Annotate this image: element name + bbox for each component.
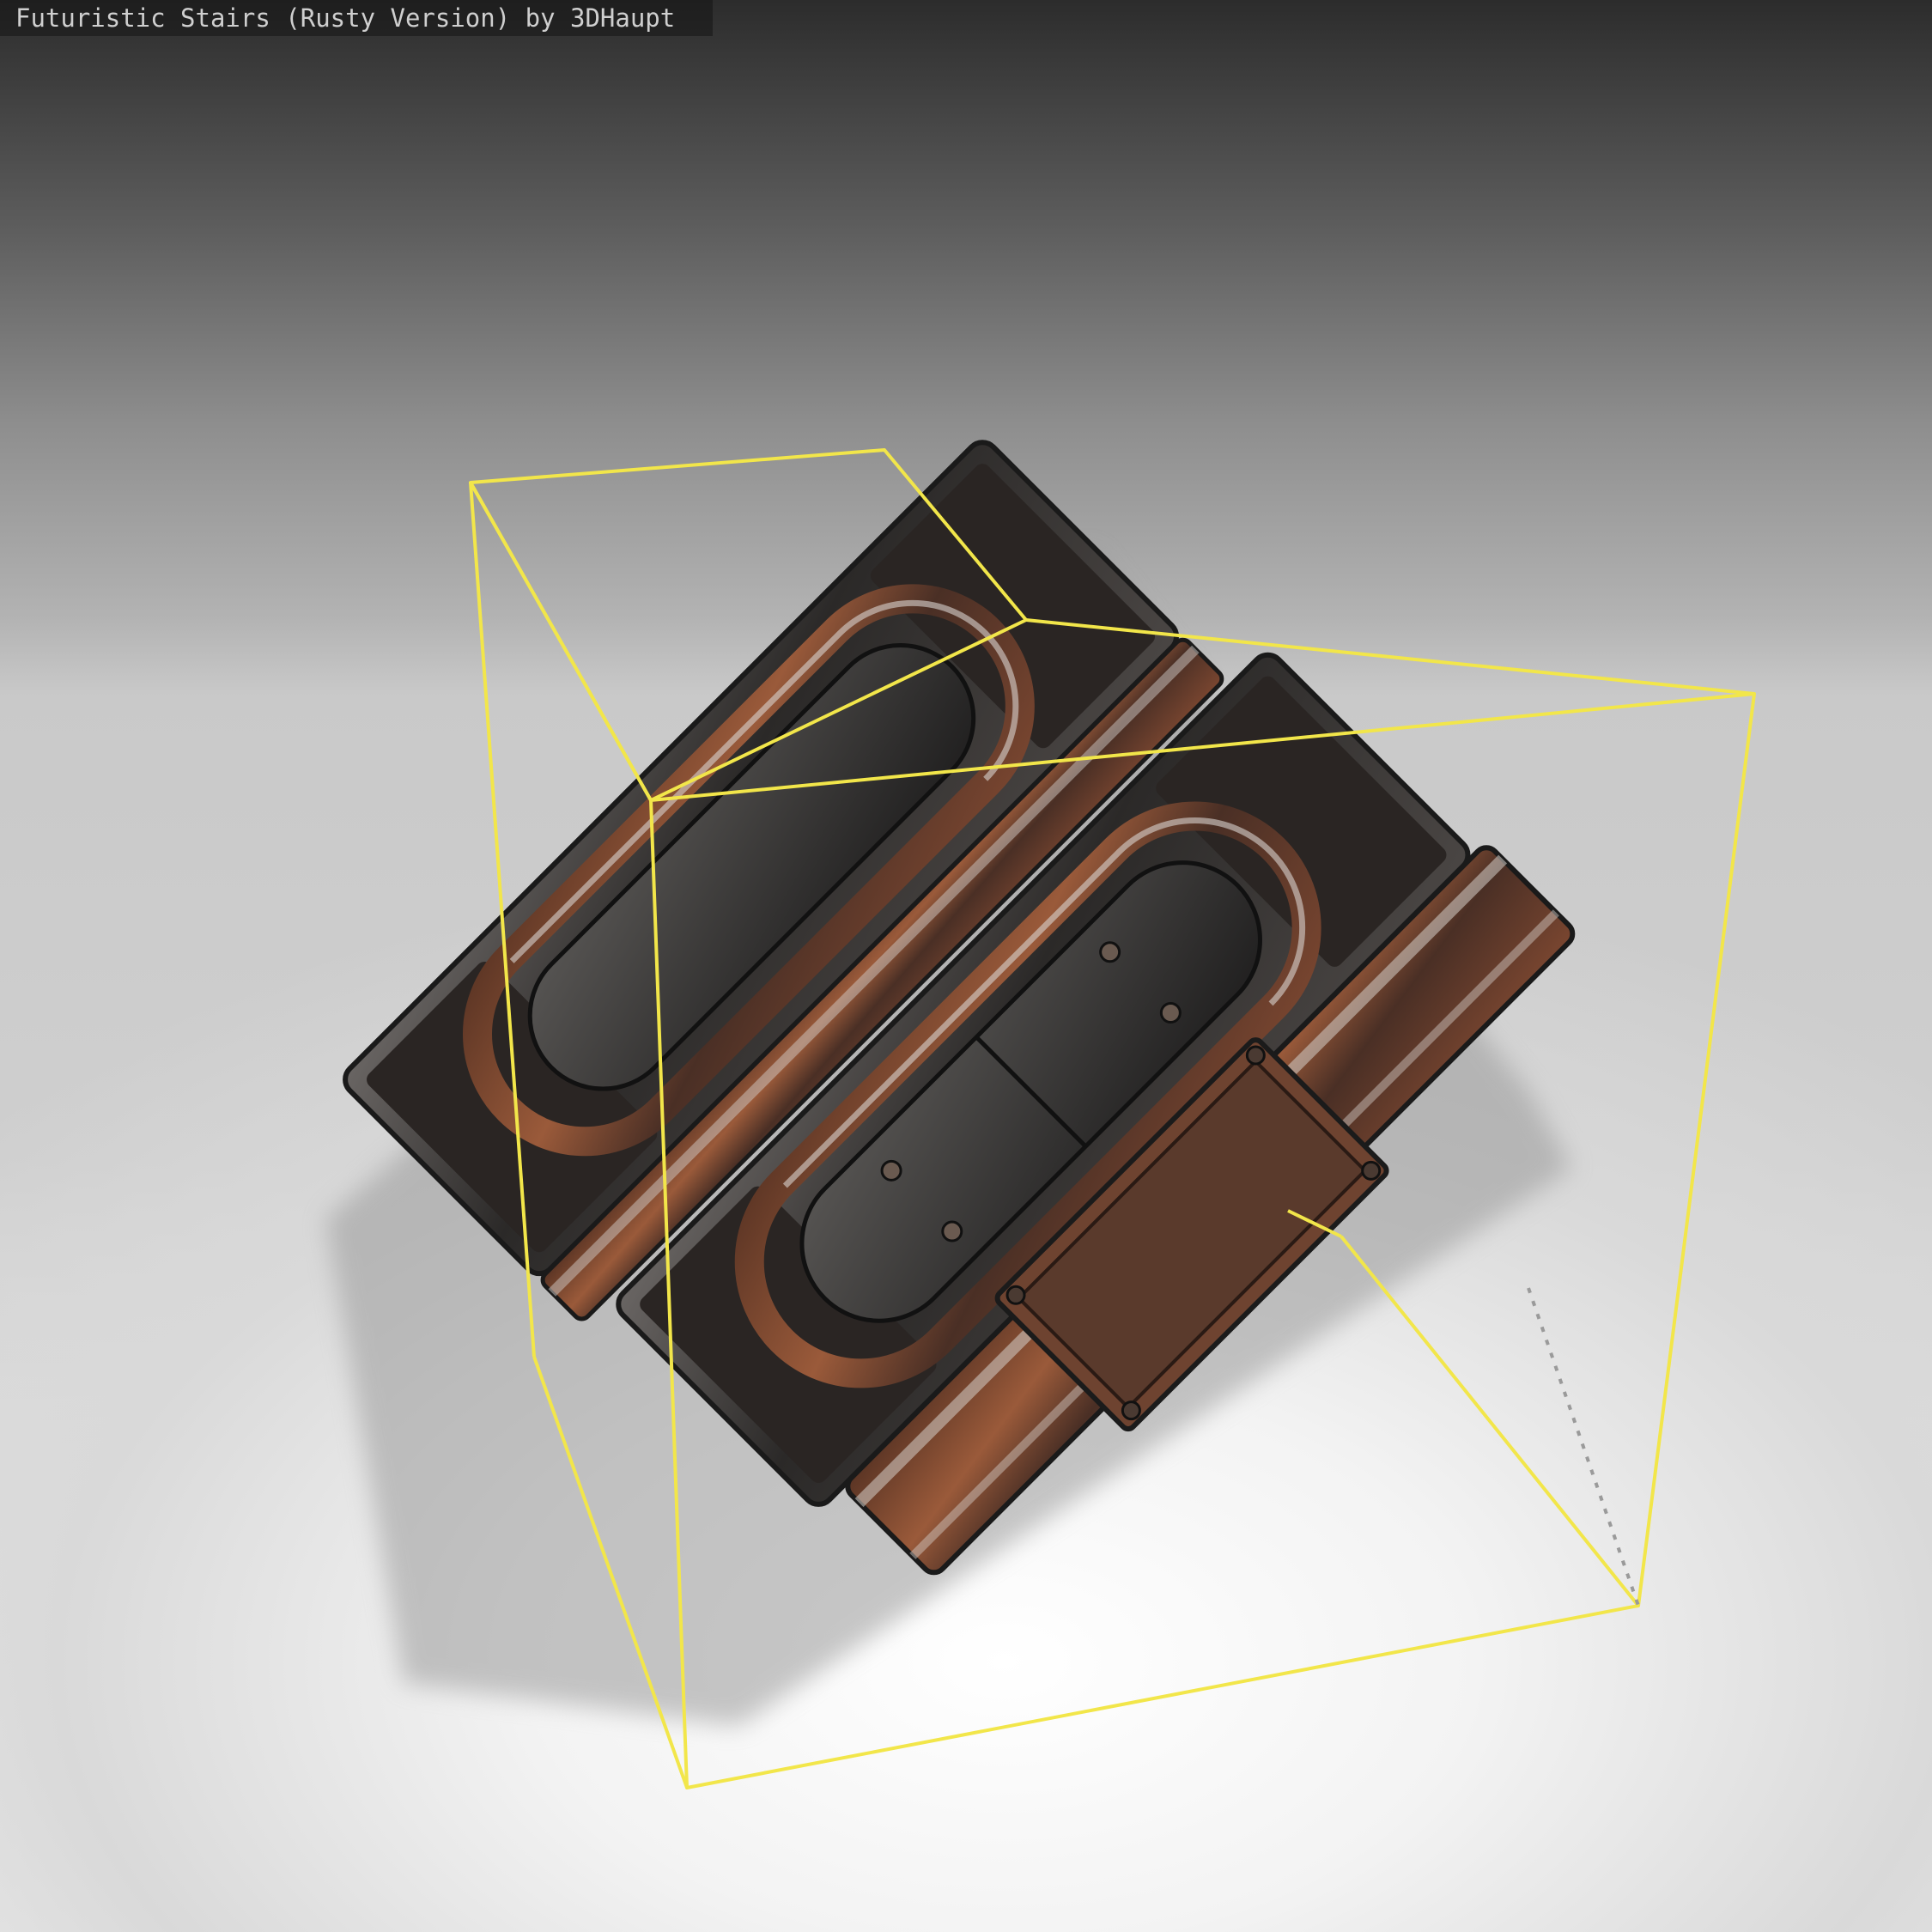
3d-viewport[interactable] [0, 0, 1932, 1932]
